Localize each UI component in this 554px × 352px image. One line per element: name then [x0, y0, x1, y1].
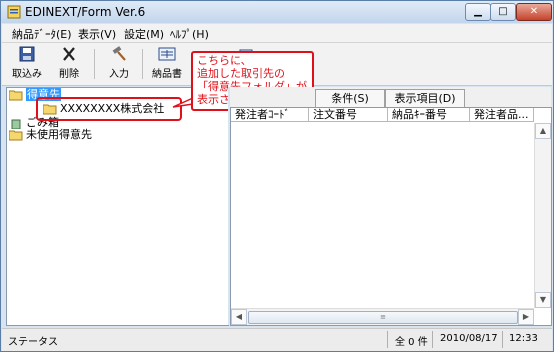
import-button[interactable]: 取込み — [10, 45, 44, 83]
menu-bar: 納品ﾃﾞｰﾀ(E) 表示(V) 設定(M) ﾍﾙﾌﾟ(H) — [2, 24, 552, 43]
status-separator — [502, 331, 503, 348]
scroll-up-icon[interactable]: ▲ — [535, 123, 551, 139]
tab-conditions[interactable]: 条件(S) — [315, 89, 385, 107]
menu-help[interactable]: ﾍﾙﾌﾟ(H) — [170, 26, 209, 42]
highlight-box — [36, 97, 182, 121]
title-bar: EDINEXT/Form Ver.6 ▁ □ ✕ — [1, 1, 553, 23]
horizontal-scrollbar[interactable]: ◀ ≡ ▶ — [231, 308, 534, 325]
import-icon — [19, 46, 35, 62]
menu-settings[interactable]: 設定(M) — [124, 26, 164, 42]
status-time: 12:33 — [509, 333, 538, 344]
scroll-thumb[interactable]: ≡ — [248, 311, 518, 324]
menu-delivery-data[interactable]: 納品ﾃﾞｰﾀ(E) — [12, 26, 72, 42]
input-button[interactable]: 入力 — [104, 45, 134, 83]
delete-button[interactable]: 削除 — [54, 45, 84, 83]
tab-display-items[interactable]: 表示項目(D) — [385, 89, 465, 107]
tree-node-unused[interactable]: 未使用得意先 — [9, 128, 92, 142]
open-folder-icon — [9, 90, 23, 100]
status-separator — [432, 331, 433, 348]
column-header-order-number[interactable]: 注文番号 — [309, 108, 388, 122]
detail-pane: 条件(S) 表示項目(D) 発注者ｺｰﾄﾞ 注文番号 納品ｷｰ番号 発注者品..… — [230, 87, 552, 326]
delivery-list: 発注者ｺｰﾄﾞ 注文番号 納品ｷｰ番号 発注者品... ▲ ▼ ◀ ≡ ▶ — [230, 107, 552, 326]
status-label: ステータス — [8, 337, 58, 348]
scroll-left-icon[interactable]: ◀ — [231, 309, 247, 325]
customer-tree: 得意先 XXXXXXXX株式会社 ごみ箱 未使用得意先 — [6, 87, 229, 326]
callout-line: 追加した取引先の — [197, 67, 285, 80]
minimize-button[interactable]: ▁ — [465, 3, 491, 21]
status-date: 2010/08/17 — [440, 333, 498, 344]
status-bar: ステータス 全 0 件 2010/08/17 12:33 — [2, 328, 552, 351]
status-separator — [387, 331, 388, 348]
app-window: EDINEXT/Form Ver.6 ▁ □ ✕ 納品ﾃﾞｰﾀ(E) 表示(V)… — [0, 0, 554, 352]
toolbar-separator — [142, 49, 143, 79]
column-header-delivery-key[interactable]: 納品ｷｰ番号 — [388, 108, 470, 122]
scroll-right-icon[interactable]: ▶ — [518, 309, 534, 325]
folder-icon — [9, 130, 23, 140]
callout-line: こちらに、 — [197, 54, 252, 67]
window-title: EDINEXT/Form Ver.6 — [25, 5, 146, 19]
vertical-scrollbar[interactable]: ▲ ▼ — [534, 123, 551, 308]
tree-node-label: 未使用得意先 — [26, 128, 92, 141]
close-button[interactable]: ✕ — [516, 3, 552, 21]
scroll-down-icon[interactable]: ▼ — [535, 292, 551, 308]
toolbar-separator — [94, 49, 95, 79]
menu-view[interactable]: 表示(V) — [78, 26, 116, 42]
maximize-button[interactable]: □ — [490, 3, 516, 21]
delivery-note-button[interactable]: 納品書 — [148, 45, 186, 83]
recycle-bin-icon — [11, 119, 21, 129]
hammer-icon — [112, 46, 126, 61]
column-header-orderer-item[interactable]: 発注者品... — [470, 108, 534, 122]
status-count: 全 0 件 — [395, 337, 428, 348]
delete-icon — [63, 47, 75, 61]
column-header-orderer-code[interactable]: 発注者ｺｰﾄﾞ — [231, 108, 309, 122]
delivery-note-icon — [158, 47, 176, 61]
app-icon — [7, 5, 21, 19]
